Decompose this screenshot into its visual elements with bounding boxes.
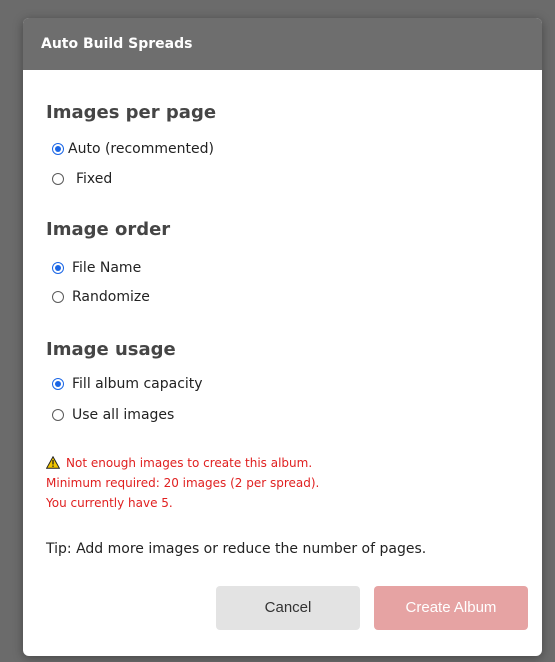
radio-selected-icon[interactable]: [52, 378, 64, 390]
radio-unselected-icon[interactable]: [52, 173, 64, 185]
radio-use-all-images[interactable]: Use all images: [52, 405, 174, 425]
radio-auto-recommended[interactable]: Auto (recommented): [52, 139, 214, 159]
image-order-title: Image order: [46, 219, 171, 240]
warning-text-3: You currently have 5.: [46, 496, 173, 510]
option-label: File Name: [72, 260, 142, 276]
warning-message: Not enough images to create this album. …: [46, 453, 319, 513]
warning-triangle-icon: [46, 456, 60, 469]
radio-randomize[interactable]: Randomize: [52, 287, 150, 307]
images-per-page-title: Images per page: [46, 102, 217, 123]
dialog-title: Auto Build Spreads: [23, 18, 542, 70]
option-label: Fixed: [76, 171, 113, 187]
radio-selected-icon[interactable]: [52, 262, 64, 274]
option-label: Auto (recommented): [68, 141, 214, 157]
warning-line-1: Not enough images to create this album.: [46, 453, 319, 473]
radio-fill-album-capacity[interactable]: Fill album capacity: [52, 374, 203, 394]
create-album-button[interactable]: Create Album: [374, 586, 528, 630]
cancel-button[interactable]: Cancel: [216, 586, 360, 630]
image-usage-title: Image usage: [46, 339, 176, 360]
radio-unselected-icon[interactable]: [52, 409, 64, 421]
auto-build-spreads-dialog: Auto Build Spreads Images per page Auto …: [23, 18, 542, 656]
option-label: Use all images: [72, 407, 175, 423]
warning-text-2: Minimum required: 20 images (2 per sprea…: [46, 476, 320, 490]
radio-selected-icon[interactable]: [52, 143, 64, 155]
radio-file-name[interactable]: File Name: [52, 258, 141, 278]
option-label: Fill album capacity: [72, 376, 203, 392]
option-label: Randomize: [72, 289, 150, 305]
warning-text-1: Not enough images to create this album.: [66, 456, 313, 470]
tip-text: Tip: Add more images or reduce the numbe…: [46, 541, 427, 557]
radio-fixed[interactable]: Fixed: [52, 169, 112, 189]
radio-unselected-icon[interactable]: [52, 291, 64, 303]
